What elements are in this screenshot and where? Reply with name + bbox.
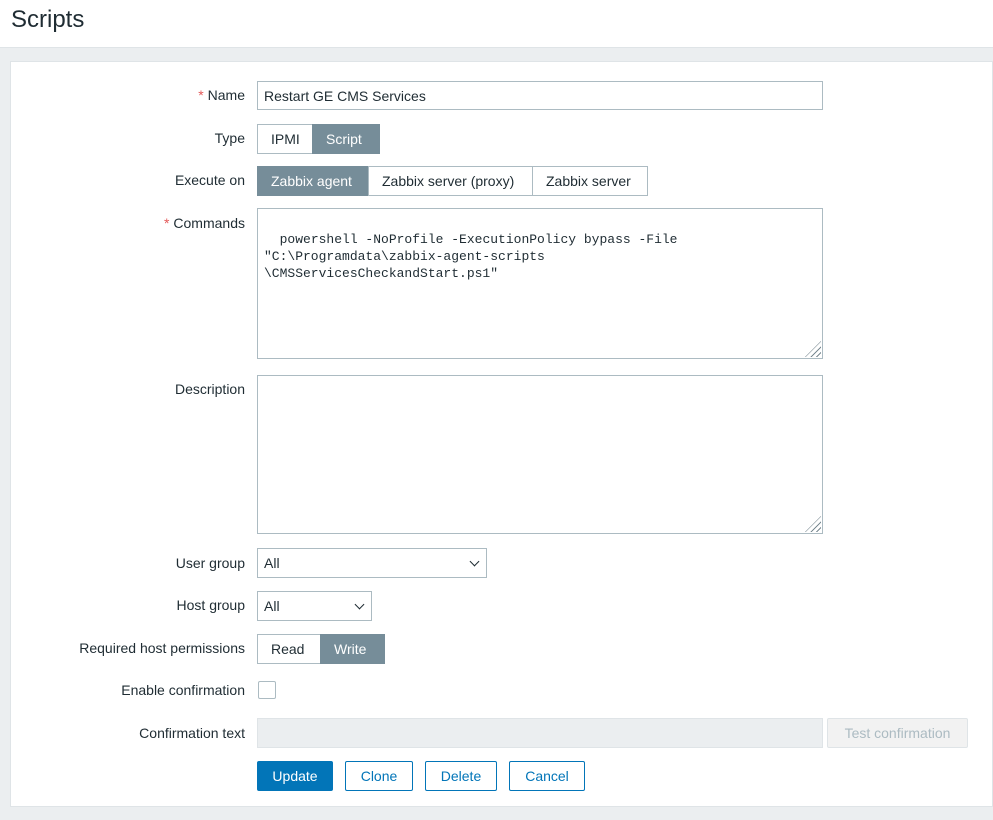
update-button[interactable]: Update [257, 761, 333, 791]
description-textarea[interactable] [257, 375, 823, 534]
execute-option-zabbix-server[interactable]: Zabbix server [532, 166, 648, 196]
confirmation-text-input[interactable] [257, 718, 823, 748]
test-confirmation-button[interactable]: Test confirmation [827, 718, 968, 748]
enable-confirmation-checkbox[interactable] [258, 681, 276, 699]
type-option-ipmi[interactable]: IPMI [257, 124, 313, 154]
execute-option-zabbix-server-proxy[interactable]: Zabbix server (proxy) [368, 166, 533, 196]
page-header: Scripts [0, 0, 993, 48]
cancel-button[interactable]: Cancel [509, 761, 585, 791]
required-mark: * [163, 215, 170, 231]
delete-button[interactable]: Delete [425, 761, 497, 791]
chevron-down-icon [469, 556, 480, 567]
type-option-script[interactable]: Script [312, 124, 380, 154]
permission-option-write[interactable]: Write [320, 634, 385, 664]
execute-on-label: Execute on [174, 172, 245, 188]
enable-confirmation-label: Enable confirmation [121, 682, 245, 698]
commands-text: powershell -NoProfile -ExecutionPolicy b… [264, 232, 678, 281]
clone-button[interactable]: Clone [345, 761, 413, 791]
page-title: Scripts [11, 6, 85, 33]
host-group-label: Host group [176, 597, 245, 613]
type-label: Type [214, 130, 245, 146]
name-input[interactable] [257, 81, 823, 110]
host-group-select[interactable]: All [257, 591, 372, 621]
commands-label: * Commands [163, 215, 245, 231]
required-mark: * [198, 87, 204, 103]
host-permissions-segmented: Read Write [257, 634, 385, 664]
user-group-value: All [264, 555, 280, 571]
resize-grip-icon[interactable] [805, 516, 821, 532]
execute-option-zabbix-agent[interactable]: Zabbix agent [257, 166, 369, 196]
type-segmented: IPMI Script [257, 124, 380, 154]
permission-option-read[interactable]: Read [257, 634, 321, 664]
description-label: Description [174, 381, 245, 397]
user-group-select[interactable]: All [257, 548, 487, 578]
host-group-value: All [264, 598, 280, 614]
commands-textarea[interactable]: powershell -NoProfile -ExecutionPolicy b… [257, 208, 823, 359]
user-group-label: User group [175, 555, 245, 571]
resize-grip-icon[interactable] [805, 341, 821, 357]
name-label: * Name [198, 87, 245, 103]
host-permissions-label: Required host permissions [79, 640, 245, 656]
confirmation-text-label: Confirmation text [139, 725, 245, 741]
execute-on-segmented: Zabbix agent Zabbix server (proxy) Zabbi… [257, 166, 648, 196]
chevron-down-icon [354, 599, 365, 610]
